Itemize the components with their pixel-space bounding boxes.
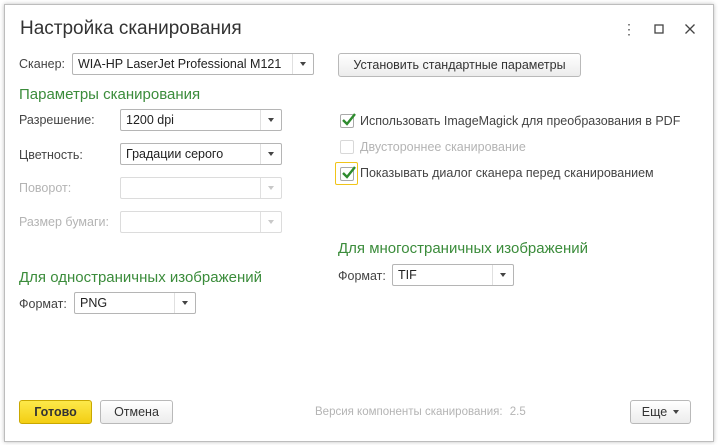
multi-page-format-select[interactable]: TIF (392, 264, 514, 286)
imagemagick-label[interactable]: Использовать ImageMagick для преобразова… (360, 114, 680, 128)
duplex-label: Двустороннее сканирование (360, 140, 526, 154)
maximize-icon[interactable] (651, 21, 667, 37)
paper-size-label: Размер бумаги: (19, 215, 109, 229)
chevron-down-icon[interactable] (174, 293, 195, 313)
set-defaults-button[interactable]: Установить стандартные параметры (338, 53, 581, 77)
version-text: Версия компоненты сканирования: 2.5 (315, 406, 526, 418)
cancel-button[interactable]: Отмена (100, 400, 173, 424)
chevron-down-icon (260, 212, 281, 232)
scanner-value: WIA-HP LaserJet Professional M121 (78, 57, 282, 71)
more-button[interactable]: Еще (630, 400, 691, 424)
chevron-down-icon[interactable] (292, 54, 313, 74)
multi-page-heading: Для многостраничных изображений (338, 240, 589, 257)
color-mode-value: Градации серого (126, 147, 224, 161)
single-page-format-label: Формат: (19, 297, 67, 311)
scanner-select[interactable]: WIA-HP LaserJet Professional M121 (72, 53, 314, 75)
version-label: Версия компоненты сканирования: (315, 406, 503, 418)
show-dialog-checkbox[interactable] (340, 166, 356, 181)
single-page-heading: Для одностраничных изображений (19, 269, 262, 286)
chevron-down-icon[interactable] (260, 110, 281, 130)
scanner-label: Сканер: (19, 57, 66, 71)
single-page-format-value: PNG (80, 296, 108, 310)
duplex-checkbox (340, 140, 354, 154)
more-actions-icon[interactable]: ⋮ (621, 21, 637, 37)
chevron-down-icon[interactable] (260, 144, 281, 164)
color-mode-select[interactable]: Градации серого (120, 143, 282, 165)
color-mode-label: Цветность: (19, 148, 83, 162)
ok-button[interactable]: Готово (19, 400, 92, 424)
resolution-value: 1200 dpi (126, 113, 174, 127)
single-page-format-select[interactable]: PNG (74, 292, 196, 314)
scan-params-heading: Параметры сканирования (19, 86, 201, 103)
show-dialog-label[interactable]: Показывать диалог сканера перед сканиров… (360, 166, 654, 180)
multi-page-format-value: TIF (398, 268, 417, 282)
resolution-select[interactable]: 1200 dpi (120, 109, 282, 131)
rotation-select (120, 177, 282, 199)
chevron-down-icon (260, 178, 281, 198)
chevron-down-icon[interactable] (492, 265, 513, 285)
imagemagick-checkbox[interactable] (340, 113, 356, 128)
caret-down-icon (673, 410, 680, 414)
multi-page-format-label: Формат: (338, 269, 386, 283)
paper-size-select (120, 211, 282, 233)
dialog-title: Настройка сканирования (20, 18, 242, 39)
scan-settings-dialog: Настройка сканирования ⋮ Сканер: WIA-HP … (4, 4, 714, 442)
more-button-label: Еще (641, 405, 668, 419)
rotation-label: Поворот: (19, 181, 72, 195)
resolution-label: Разрешение: (19, 113, 95, 127)
close-icon[interactable] (682, 21, 698, 37)
version-value: 2.5 (509, 406, 526, 418)
